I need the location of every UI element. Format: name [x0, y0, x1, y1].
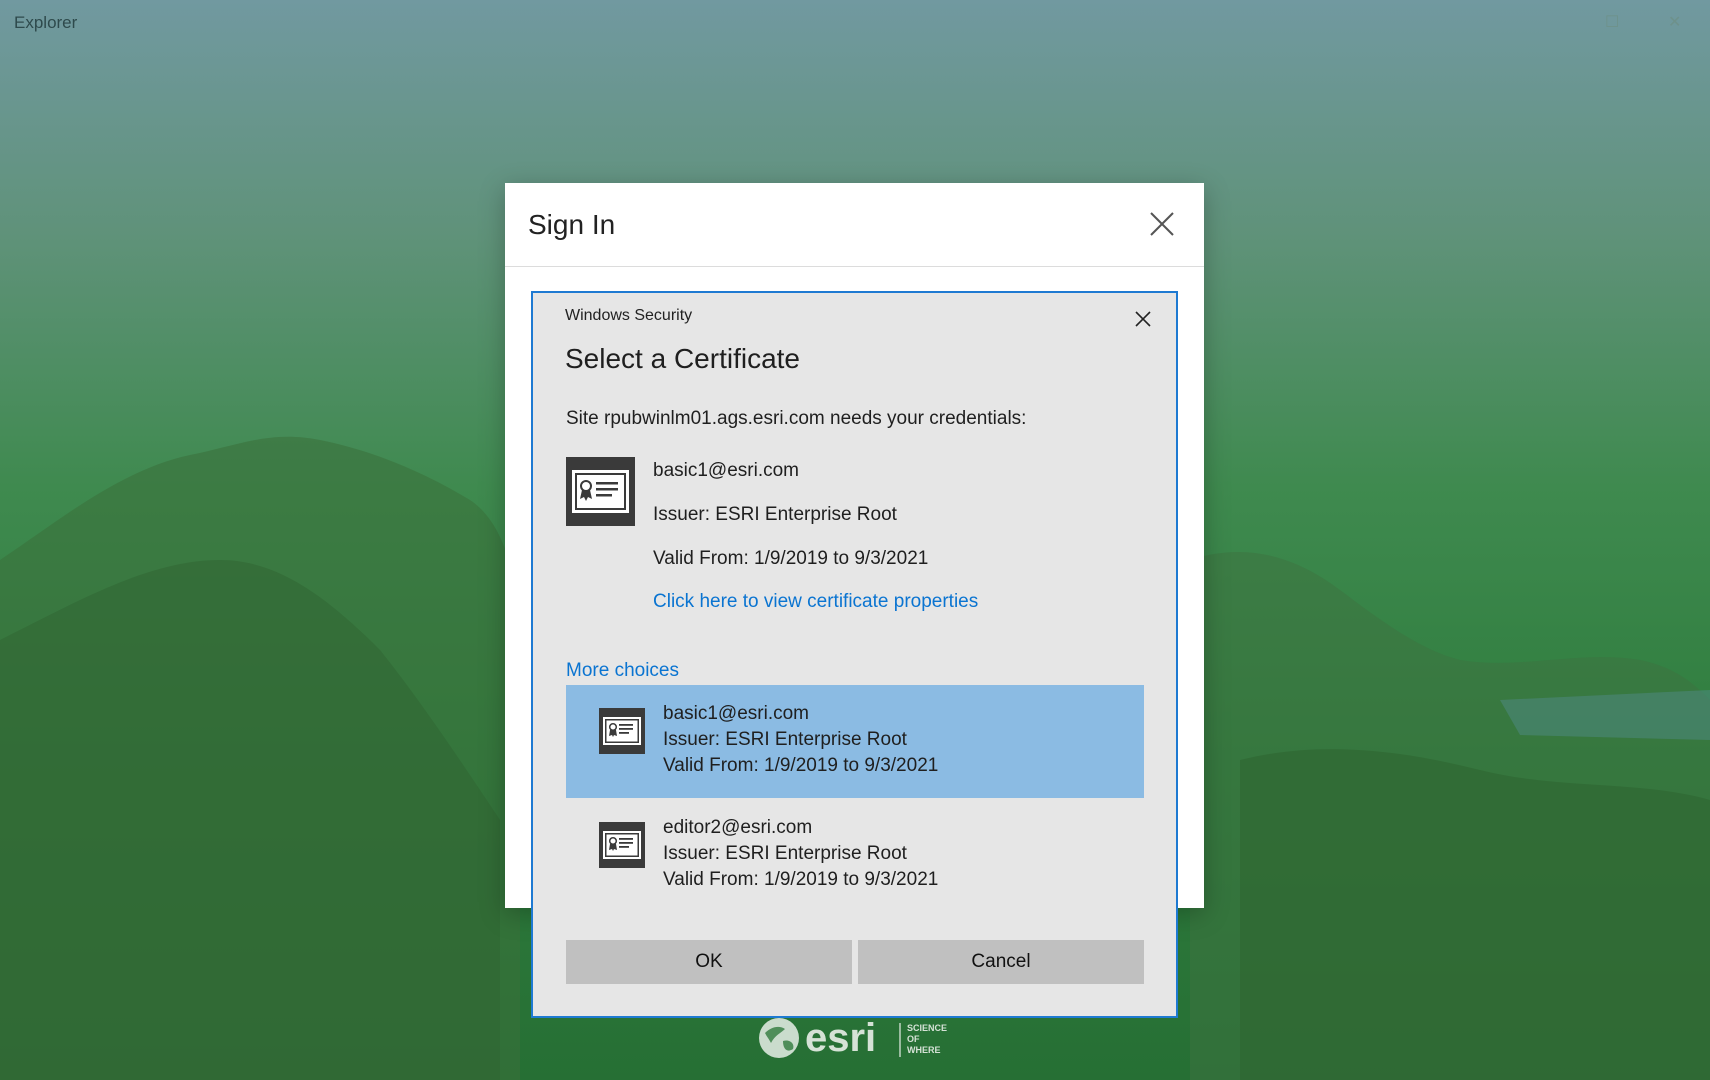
certificate-icon: [599, 708, 645, 754]
view-certificate-properties-link[interactable]: Click here to view certificate propertie…: [653, 591, 978, 613]
svg-text:OF: OF: [907, 1034, 920, 1044]
choice-issuer: Issuer: ESRI Enterprise Root: [663, 843, 907, 864]
certificate-icon: [599, 822, 645, 868]
dialog-title: Select a Certificate: [565, 343, 800, 374]
certificate-choice-item[interactable]: basic1@esri.com Issuer: ESRI Enterprise …: [566, 685, 1144, 798]
dialog-caption: Windows Security: [565, 307, 693, 324]
choice-email: basic1@esri.com: [663, 703, 809, 724]
sign-in-header: Sign In: [505, 183, 1204, 267]
choice-issuer: Issuer: ESRI Enterprise Root: [663, 729, 907, 750]
brand-name: esri: [805, 1016, 876, 1060]
choice-valid: Valid From: 1/9/2019 to 9/3/2021: [663, 869, 939, 890]
certificate-choice-item[interactable]: editor2@esri.com Issuer: ESRI Enterprise…: [566, 799, 1144, 912]
selected-cert-valid: Valid From: 1/9/2019 to 9/3/2021: [653, 548, 929, 569]
credentials-prompt: Site rpubwinlm01.ags.esri.com needs your…: [566, 408, 1027, 429]
sign-in-close-button[interactable]: [1142, 204, 1182, 244]
cancel-button[interactable]: Cancel: [858, 940, 1144, 984]
choice-email: editor2@esri.com: [663, 817, 813, 838]
choice-valid: Valid From: 1/9/2019 to 9/3/2021: [663, 755, 939, 776]
svg-text:WHERE: WHERE: [907, 1045, 941, 1055]
certificate-icon: [566, 457, 635, 526]
esri-logo: esri SCIENCE OF WHERE: [759, 1016, 947, 1060]
svg-text:SCIENCE: SCIENCE: [907, 1023, 947, 1033]
sign-in-title: Sign In: [528, 209, 616, 240]
windows-security-close-button[interactable]: [1128, 304, 1158, 334]
selected-cert-issuer: Issuer: ESRI Enterprise Root: [653, 504, 897, 525]
close-icon: [1135, 311, 1151, 327]
more-choices-link[interactable]: More choices: [566, 660, 679, 682]
close-icon: [1150, 212, 1174, 236]
ok-button[interactable]: OK: [566, 940, 852, 984]
close-window-icon[interactable]: ✕: [1668, 12, 1681, 32]
windows-security-dialog: Windows Security Select a Certificate Si…: [531, 291, 1178, 1018]
maximize-icon[interactable]: ☐: [1605, 12, 1619, 32]
selected-cert-email: basic1@esri.com: [653, 460, 799, 481]
app-title: Explorer: [14, 13, 78, 32]
